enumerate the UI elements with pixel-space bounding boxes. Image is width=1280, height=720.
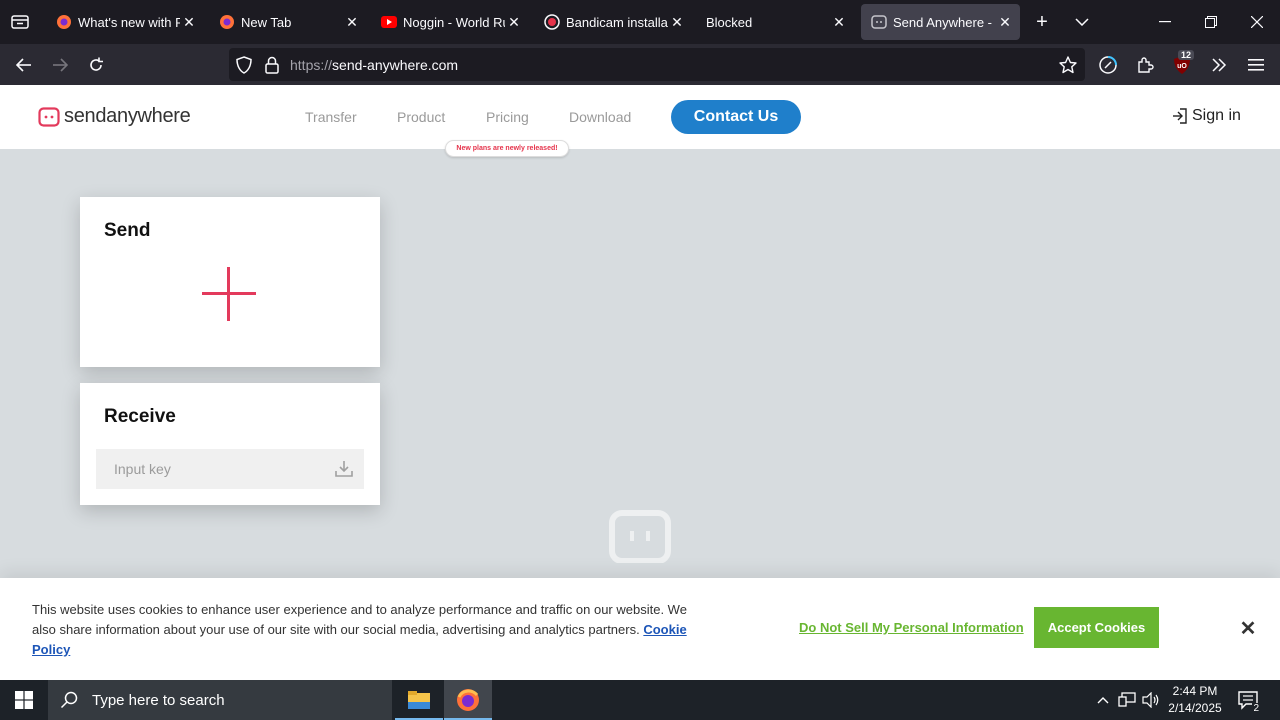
volume-icon[interactable] [1141, 680, 1161, 720]
taskbar-search-box[interactable]: Type here to search [48, 680, 392, 720]
reload-icon[interactable] [81, 50, 111, 80]
send-title: Send [104, 220, 151, 241]
tab-strip: What's new with Fire ✕ New Tab ✕ Noggin … [0, 0, 1280, 44]
firefox-taskbar-icon[interactable] [444, 680, 492, 720]
sign-in-link[interactable]: Sign in [1172, 107, 1241, 125]
notifications-icon[interactable]: 2 [1236, 680, 1260, 720]
background-logo-mark [609, 510, 671, 563]
new-tab-plus-icon[interactable]: + [1030, 10, 1054, 34]
add-files-plus-icon[interactable] [202, 267, 256, 321]
site-header: sendanywhere Transfer Product Pricing Do… [0, 85, 1280, 149]
close-tab-icon[interactable]: ✕ [830, 13, 848, 31]
close-tab-icon[interactable]: ✕ [668, 13, 686, 31]
receive-title: Receive [104, 406, 176, 427]
nav-pricing[interactable]: Pricing [486, 109, 529, 125]
tab-whats-new[interactable]: What's new with Fire ✕ [46, 4, 204, 40]
overflow-chevrons-icon[interactable] [1204, 50, 1234, 80]
forward-arrow-icon[interactable] [45, 50, 75, 80]
firefox-view-icon[interactable] [8, 10, 32, 34]
show-hidden-icons-chevron-icon[interactable] [1094, 680, 1112, 720]
restore-icon[interactable] [1188, 0, 1234, 44]
firefox-account-icon[interactable] [1093, 50, 1123, 80]
svg-text:uO: uO [1177, 63, 1187, 70]
system-clock[interactable]: 2:44 PM 2/14/2025 [1160, 683, 1230, 717]
cookie-banner: This website uses cookies to enhance use… [0, 578, 1280, 680]
list-all-tabs-chevron-icon[interactable] [1070, 10, 1094, 34]
minimize-icon[interactable] [1142, 0, 1188, 44]
clock-date: 2/14/2025 [1168, 701, 1222, 715]
extension-badge: 12 [1178, 50, 1195, 60]
nav-product[interactable]: Product [397, 109, 445, 125]
windows-taskbar: Type here to search 2:44 PM 2/14/2025 2 [0, 680, 1280, 720]
navigation-toolbar: https://send-anywhere.com uO [0, 44, 1280, 85]
tab-title: Noggin - World Runn [403, 14, 505, 30]
close-tab-icon[interactable]: ✕ [180, 13, 198, 31]
record-icon [544, 14, 560, 30]
tab-send-anywhere[interactable]: Send Anywhere - Fil ✕ [861, 4, 1020, 40]
close-tab-icon[interactable]: ✕ [996, 13, 1014, 31]
search-icon [60, 691, 78, 709]
sendanywhere-logo-icon [38, 106, 60, 127]
download-icon[interactable] [334, 459, 354, 479]
network-icon[interactable] [1117, 680, 1137, 720]
send-card: Send [80, 197, 380, 367]
tab-noggin[interactable]: Noggin - World Runn ✕ [371, 4, 529, 40]
lock-icon[interactable] [262, 55, 282, 75]
windows-start-icon[interactable] [0, 680, 48, 720]
input-key-field[interactable] [96, 449, 364, 489]
tab-title: Bandicam installatio [566, 14, 668, 30]
tab-title: What's new with Fire [78, 14, 180, 30]
firefox-icon [219, 14, 235, 30]
bookmark-star-icon[interactable] [1058, 55, 1078, 75]
close-tab-icon[interactable]: ✕ [505, 13, 523, 31]
file-explorer-icon[interactable] [395, 680, 443, 720]
close-tab-icon[interactable]: ✕ [343, 13, 361, 31]
logo-wordmark: sendanywhere [64, 105, 191, 127]
tab-title: New Tab [241, 14, 292, 30]
extensions-puzzle-icon[interactable] [1130, 50, 1160, 80]
tab-title: Send Anywhere - Fil [893, 14, 996, 30]
do-not-sell-link[interactable]: Do Not Sell My Personal Information [799, 620, 1024, 635]
address-bar[interactable]: https://send-anywhere.com [229, 48, 1085, 81]
hamburger-menu-icon[interactable] [1241, 50, 1271, 80]
close-banner-icon[interactable]: ✕ [1238, 618, 1258, 640]
sendanywhere-icon [871, 14, 887, 30]
contact-us-button[interactable]: Contact Us [671, 100, 801, 134]
cookie-message: This website uses cookies to enhance use… [32, 602, 687, 657]
nav-transfer[interactable]: Transfer [305, 109, 357, 125]
pricing-tooltip: New plans are newly released! [445, 140, 569, 157]
receive-card: Receive [80, 383, 380, 505]
tab-new-tab[interactable]: New Tab ✕ [209, 4, 367, 40]
accept-cookies-button[interactable]: Accept Cookies [1034, 607, 1159, 648]
nav-download[interactable]: Download [569, 109, 631, 125]
sign-in-label: Sign in [1192, 107, 1241, 124]
web-page: sendanywhere Transfer Product Pricing Do… [0, 85, 1280, 680]
sendanywhere-logo[interactable]: sendanywhere [38, 105, 191, 128]
sign-in-icon [1173, 108, 1187, 124]
url-text: https://send-anywhere.com [290, 57, 459, 73]
tracking-shield-icon[interactable] [234, 55, 254, 75]
back-arrow-icon[interactable] [9, 50, 39, 80]
search-placeholder: Type here to search [92, 691, 225, 709]
notification-count: 2 [1252, 703, 1260, 714]
tab-blocked[interactable]: Blocked ✕ [696, 4, 854, 40]
tab-title: Blocked [706, 14, 753, 30]
tab-bandicam[interactable]: Bandicam installatio ✕ [534, 4, 692, 40]
clock-time: 2:44 PM [1172, 684, 1218, 698]
close-window-icon[interactable] [1234, 0, 1280, 44]
firefox-icon [56, 14, 72, 30]
youtube-icon [381, 14, 397, 30]
